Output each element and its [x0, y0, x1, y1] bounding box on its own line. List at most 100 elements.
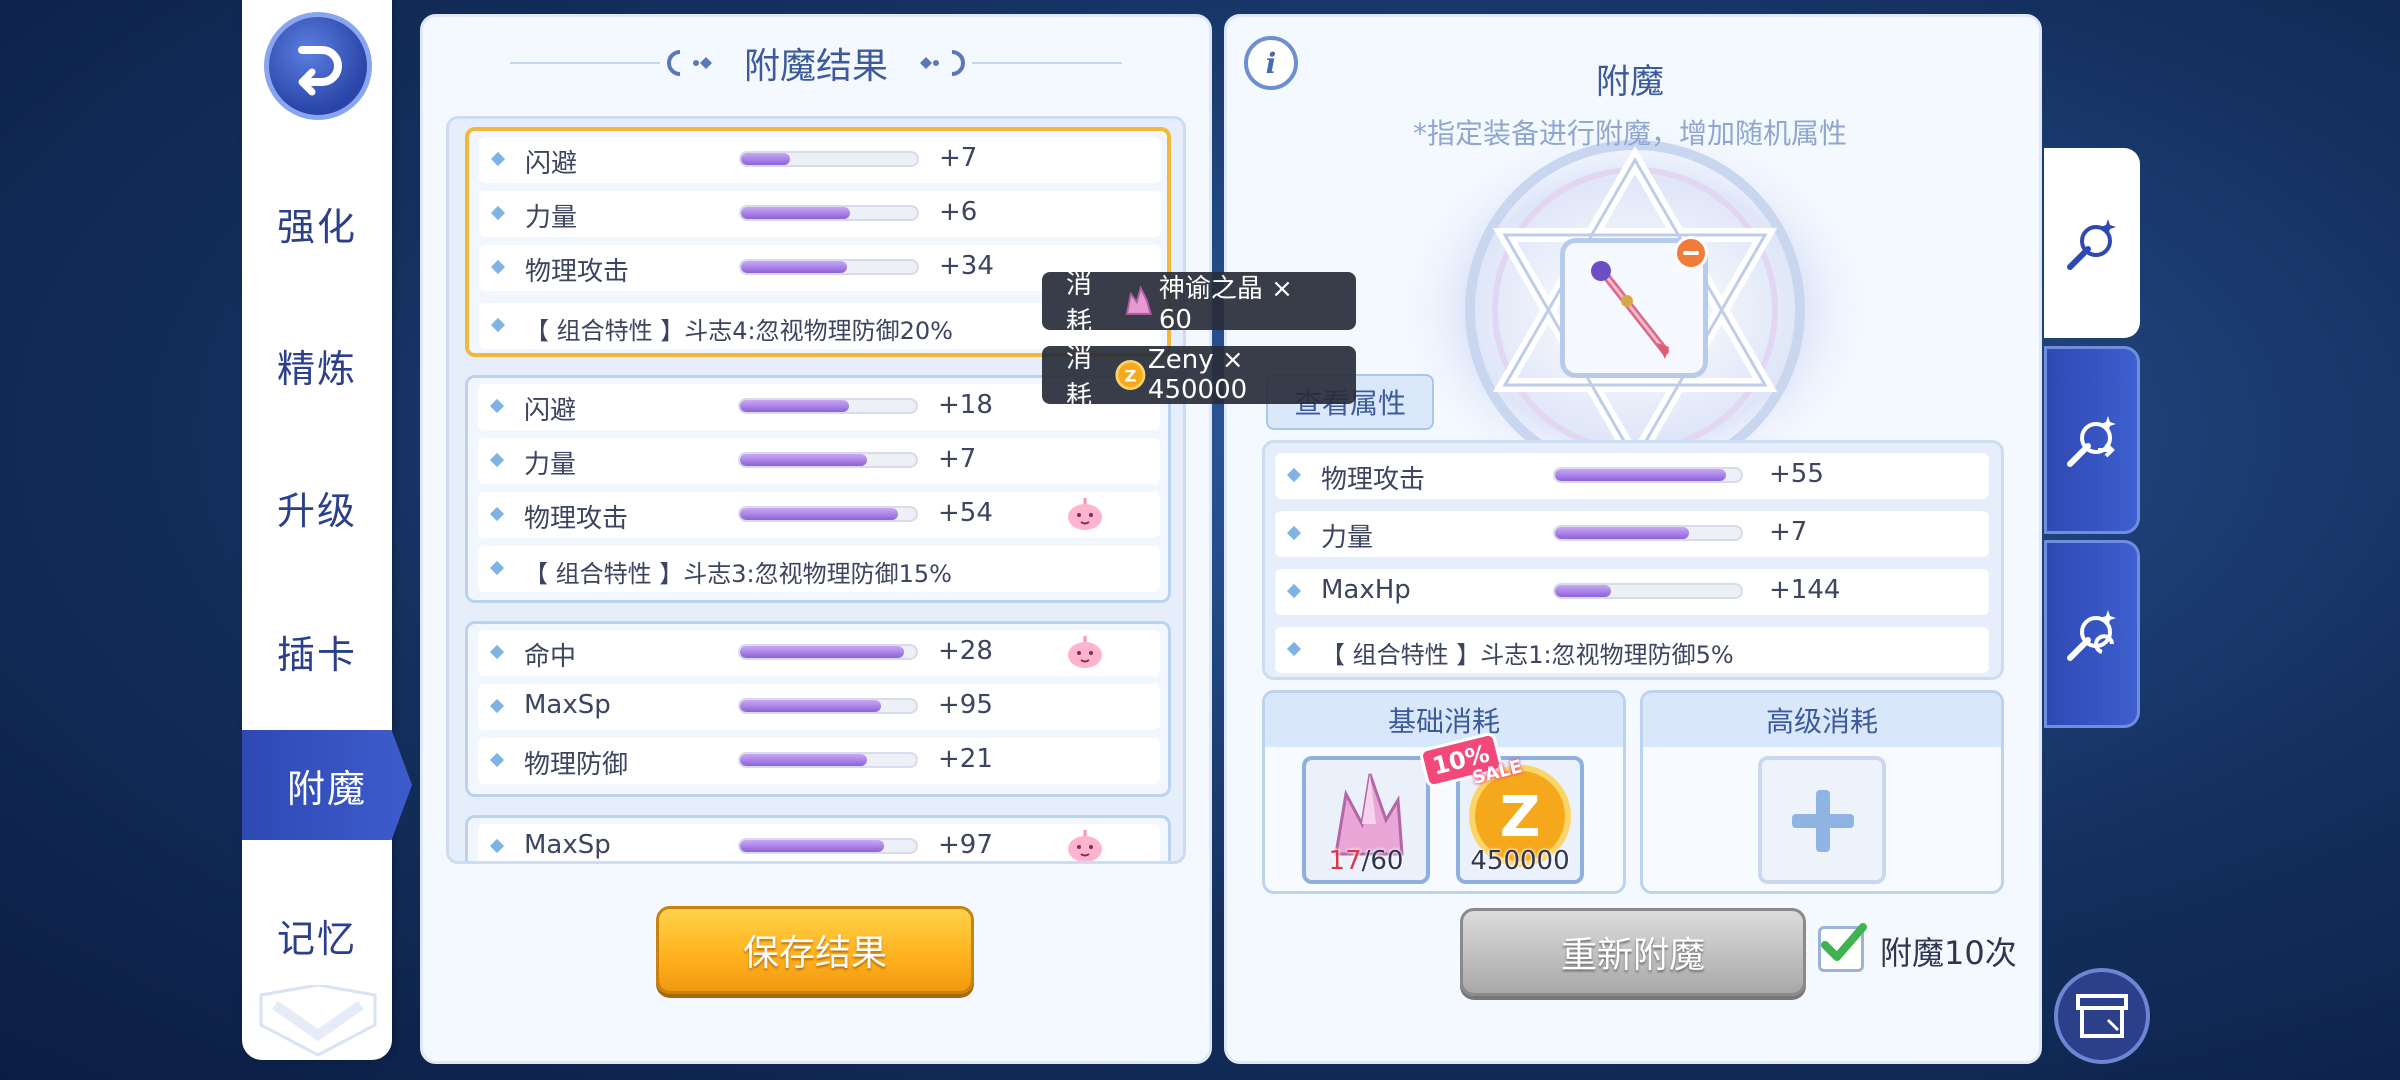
attribute-value: +7 — [938, 444, 977, 474]
tab-enchant-transfer[interactable] — [2044, 346, 2140, 534]
tooltip-prefix: 消耗 — [1066, 344, 1093, 411]
attribute-bar-fill — [741, 207, 851, 219]
attribute-value: +28 — [938, 636, 993, 666]
diamond-bullet-icon — [490, 317, 506, 333]
attribute-value: +7 — [1769, 517, 1808, 547]
attribute-value: +55 — [1769, 459, 1824, 489]
tooltip-text: Zeny × 450000 — [1147, 345, 1248, 405]
title-ornament-left-icon — [509, 50, 712, 76]
zeny-amount: 450000 — [1470, 846, 1570, 876]
poring-badge-icon — [1068, 498, 1102, 530]
attribute-value: +34 — [939, 251, 994, 281]
attribute-row: MaxHp +144 — [1275, 569, 1989, 615]
attribute-row: 物理防御 +21 — [478, 738, 1160, 784]
result-list[interactable]: 闪避 +7 力量 +6 物理攻击 +34 【 组合特性 】斗志4:忽视物理防御20% … — [446, 116, 1186, 864]
tab-enchant-reset[interactable] — [2044, 540, 2140, 728]
shop-button[interactable] — [2054, 968, 2150, 1064]
reenchant-button[interactable]: 重新附魔 — [1460, 908, 1806, 996]
combo-row: 【 组合特性 】斗志1:忽视物理防御5% — [1275, 627, 1989, 673]
nav-label: 升级 — [276, 488, 357, 533]
nav-label: 精炼 — [276, 346, 357, 391]
attribute-bar — [738, 398, 918, 414]
attribute-name: MaxSp — [524, 690, 611, 720]
attribute-row: 物理攻击 +55 — [1275, 453, 1989, 499]
nav-item-strengthen[interactable]: 强化 — [242, 168, 392, 278]
nav-item-upgrade[interactable]: 升级 — [242, 452, 392, 562]
plus-icon — [1792, 790, 1854, 852]
crystal-item-slot[interactable]: 17/60 — [1302, 756, 1430, 884]
attribute-name: 闪避 — [525, 149, 578, 179]
combo-text: 【 组合特性 】斗志4:忽视物理防御20% — [525, 317, 953, 345]
diamond-bullet-icon — [1286, 583, 1302, 599]
nav-label: 记忆 — [276, 916, 357, 961]
poring-badge-icon — [1068, 830, 1102, 861]
cost-tooltip-crystal: 消耗 神谕之晶 × 60 — [1042, 270, 1356, 337]
nav-label: 插卡 — [276, 632, 357, 677]
diamond-bullet-icon — [489, 644, 505, 660]
tab-enchant[interactable] — [2044, 148, 2140, 338]
attribute-name: 力量 — [1321, 523, 1374, 553]
repeat-ten-checkbox[interactable] — [1818, 923, 1867, 972]
attribute-bar-fill — [1555, 469, 1727, 481]
nav-item-refine[interactable]: 精炼 — [242, 310, 392, 420]
svg-text:Z: Z — [1125, 366, 1137, 385]
combo-row: 【 组合特性 】斗志3:忽视物理防御15% — [478, 546, 1160, 592]
attribute-row: 物理攻击 +54 — [478, 492, 1160, 538]
crystal-need: /60 — [1361, 846, 1404, 876]
info-button[interactable]: i — [1244, 36, 1298, 90]
attribute-row: 命中 +28 — [478, 630, 1160, 676]
diamond-bullet-icon — [489, 506, 505, 522]
scroll-down-icon[interactable] — [255, 983, 381, 1065]
attribute-row: 力量 +7 — [1275, 511, 1989, 557]
diamond-bullet-icon — [489, 560, 505, 576]
attribute-bar-fill — [741, 153, 791, 165]
crystal-icon — [1126, 285, 1153, 315]
attribute-bar-fill — [741, 261, 847, 273]
attribute-bar — [738, 644, 918, 660]
diamond-bullet-icon — [490, 151, 506, 167]
attribute-bar — [738, 838, 918, 854]
sale-badge: 10% SALE — [1418, 731, 1524, 789]
result-group[interactable]: 命中 +28 MaxSp +95 物理防御 +21 — [465, 621, 1171, 797]
nav-item-enchant[interactable]: 附魔 — [242, 730, 412, 840]
attribute-name: 力量 — [524, 450, 577, 480]
attribute-bar — [739, 151, 919, 167]
attribute-bar — [739, 205, 919, 221]
attribute-name: MaxSp — [524, 830, 611, 860]
back-button[interactable] — [264, 12, 372, 120]
remove-equipment-button[interactable] — [1674, 236, 1708, 270]
attribute-bar — [1553, 525, 1743, 541]
zeny-coin-icon: Z — [1115, 360, 1146, 390]
attribute-bar — [1553, 467, 1743, 483]
info-icon: i — [1265, 46, 1277, 80]
nav-label: 附魔 — [286, 766, 367, 811]
attribute-bar-fill — [740, 508, 899, 520]
attribute-bar-fill — [740, 454, 867, 466]
attribute-value: +97 — [938, 830, 993, 860]
attribute-value: +18 — [938, 390, 993, 420]
attribute-value: +7 — [939, 143, 978, 173]
attribute-bar — [738, 452, 918, 468]
advanced-cost-title: 高级消耗 — [1643, 693, 2001, 747]
save-result-button[interactable]: 保存结果 — [656, 906, 974, 994]
nav-item-memory[interactable]: 记忆 — [242, 880, 392, 990]
attribute-bar — [738, 506, 918, 522]
diamond-bullet-icon — [489, 698, 505, 714]
attribute-name: MaxHp — [1321, 575, 1411, 605]
add-material-button[interactable] — [1758, 756, 1886, 884]
nav-item-card[interactable]: 插卡 — [242, 596, 392, 706]
diamond-bullet-icon — [1286, 525, 1302, 541]
attribute-value: +6 — [939, 197, 978, 227]
attribute-value: +54 — [938, 498, 993, 528]
nav-label: 强化 — [276, 204, 357, 249]
attribute-bar-fill — [740, 646, 904, 658]
attribute-bar-fill — [740, 400, 850, 412]
attribute-row: MaxSp +97 — [478, 824, 1160, 861]
attribute-name: 物理防御 — [524, 750, 629, 780]
attribute-row: 力量 +7 — [478, 438, 1160, 484]
shop-icon — [2076, 994, 2128, 1038]
attribute-name: 命中 — [524, 642, 577, 672]
attribute-bar-fill — [740, 754, 867, 766]
crystal-quantity: 17/60 — [1306, 846, 1426, 876]
result-group[interactable]: MaxSp +97 — [465, 815, 1171, 861]
